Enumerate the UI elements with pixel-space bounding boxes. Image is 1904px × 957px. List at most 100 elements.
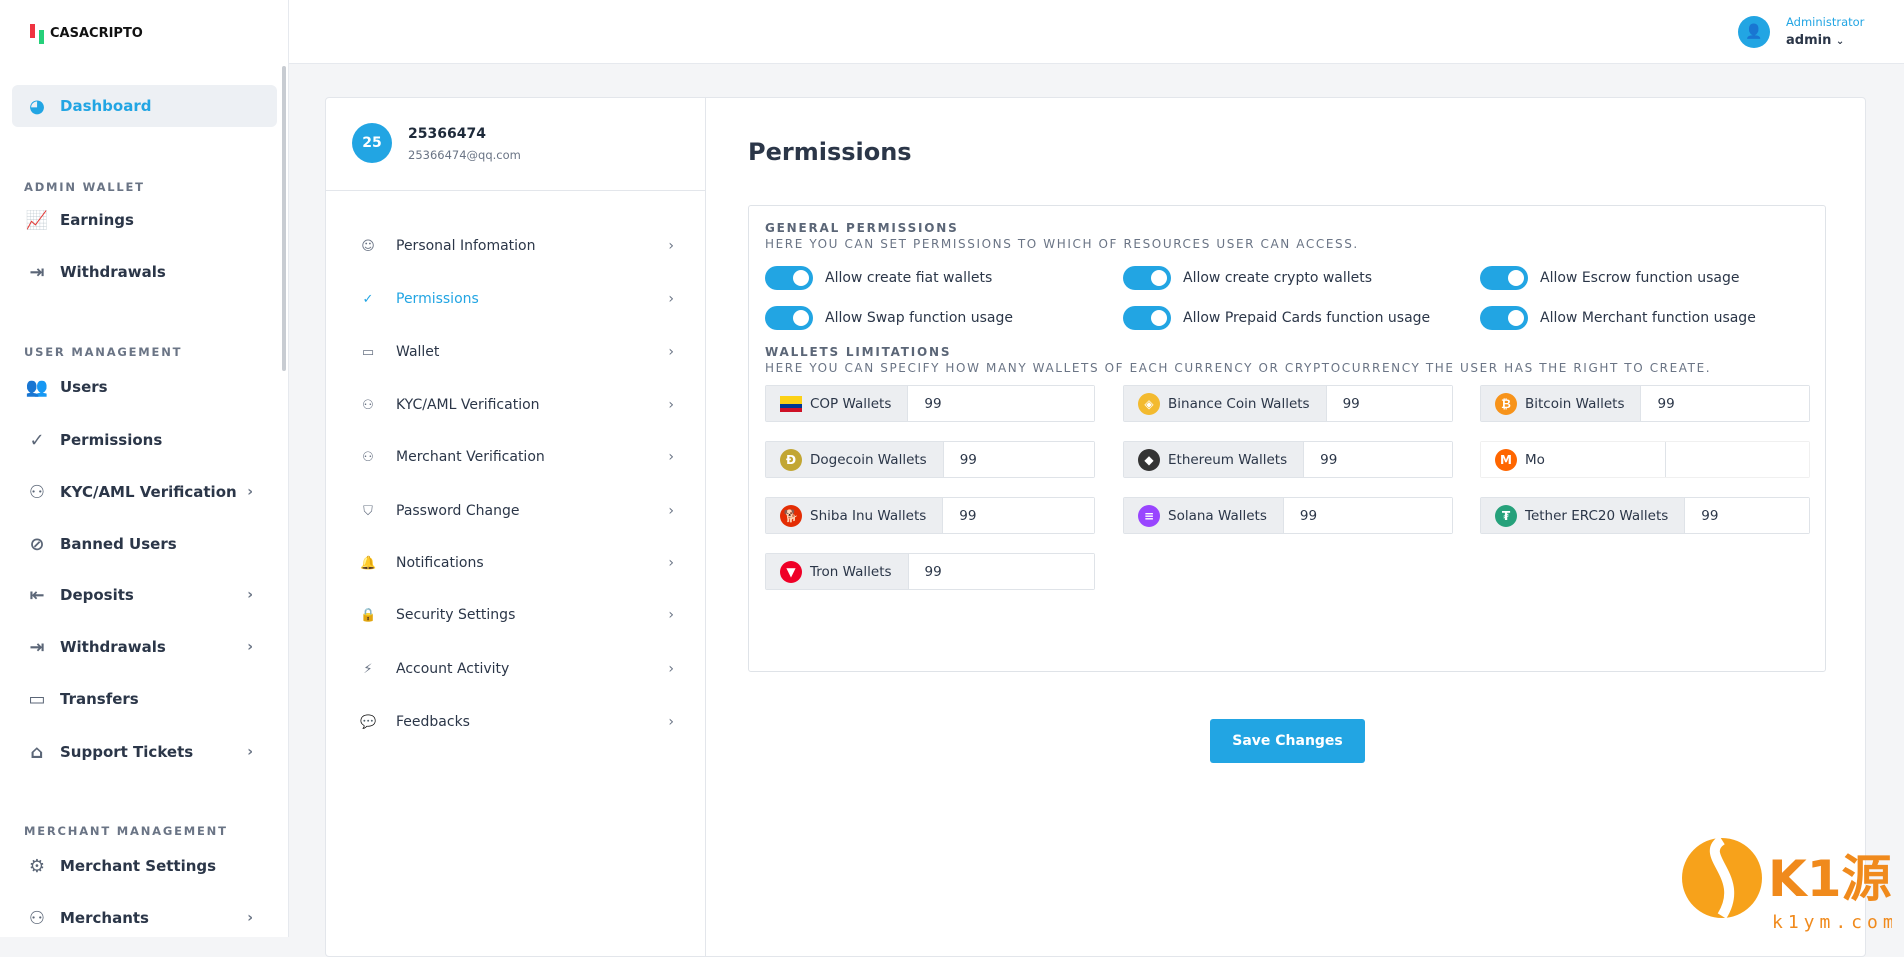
toggle-switch[interactable] xyxy=(1480,306,1528,330)
watermark-logo-graphic: K1源码 k1ym.com xyxy=(1682,835,1904,933)
user-menu[interactable]: admin ⌄ xyxy=(1786,33,1844,48)
logo[interactable]: CASACRIPTO xyxy=(30,22,143,44)
sidebar-item-label: Banned Users xyxy=(60,535,177,553)
deposit-icon: ⇤ xyxy=(29,584,45,606)
menu-item-label: KYC/AML Verification xyxy=(396,397,540,413)
sidebar-item-merchants[interactable]: ⚇ Merchants › xyxy=(12,897,277,939)
sidebar-item-users[interactable]: 👥 Users xyxy=(12,366,277,408)
chevron-right-icon: › xyxy=(668,661,674,677)
solana-icon: ≡ xyxy=(1138,504,1160,527)
wallet-limit-name: Shiba Inu Wallets xyxy=(810,507,927,524)
permission-toggle-row: Allow Swap function usage xyxy=(765,306,1013,330)
wallet-limit-label: ≡ Solana Wallets xyxy=(1124,498,1284,533)
sidebar-section-title: USER MANAGEMENT xyxy=(24,345,183,359)
top-header xyxy=(289,0,1904,937)
toggle-label: Allow create fiat wallets xyxy=(825,270,993,286)
user-detail-card: 25 25366474 25366474@qq.com ☺ Personal In… xyxy=(325,97,1866,957)
menu-item-notifications[interactable]: 🔔 Notifications › xyxy=(346,545,686,581)
gears-icon: ⚙ xyxy=(28,855,46,877)
profile-name: 25366474 xyxy=(408,126,486,142)
wallet-limit-input[interactable] xyxy=(1304,442,1452,477)
wallet-icon: ▭ xyxy=(28,688,46,710)
shiba-icon: 🐕 xyxy=(780,504,802,527)
toggle-switch[interactable] xyxy=(1123,266,1171,290)
sidebar-item-banned-users[interactable]: ⊘ Banned Users xyxy=(12,523,277,565)
user-check-icon: ⚇ xyxy=(362,397,374,413)
tether-icon: ₮ xyxy=(1495,504,1517,527)
wallet-limit-input[interactable] xyxy=(908,554,1094,589)
withdraw-icon: ⇥ xyxy=(29,261,45,283)
wallet-limit-input[interactable] xyxy=(1665,442,1809,477)
menu-item-feedbacks[interactable]: 💬 Feedbacks › xyxy=(346,704,686,740)
sidebar-item-label: Earnings xyxy=(60,211,134,229)
general-permissions-subtitle: HERE YOU CAN SET PERMISSIONS TO WHICH OF… xyxy=(765,237,1359,251)
toggle-switch[interactable] xyxy=(1480,266,1528,290)
wallet-limit-input[interactable] xyxy=(1326,386,1452,421)
divider xyxy=(326,190,706,191)
toggle-label: Allow Escrow function usage xyxy=(1540,270,1740,286)
sidebar-item-support-tickets[interactable]: ⌂ Support Tickets › xyxy=(12,731,277,773)
chevron-right-icon: › xyxy=(668,344,674,360)
ethereum-icon: ◆ xyxy=(1138,448,1160,471)
sidebar-item-transfers[interactable]: ▭ Transfers xyxy=(12,678,277,720)
menu-item-kyc-aml-verification[interactable]: ⚇ KYC/AML Verification › xyxy=(346,387,686,423)
profile-avatar: 25 xyxy=(352,123,392,163)
sidebar-item-dashboard[interactable]: ◕ Dashboard xyxy=(12,85,277,127)
user-avatar[interactable]: 👤 xyxy=(1738,16,1770,48)
wallet-limitations-heading: WALLETS LIMITATIONS xyxy=(765,345,952,359)
menu-item-label: Wallet xyxy=(396,344,440,360)
sidebar-item-earnings[interactable]: 📈 Earnings xyxy=(12,199,277,241)
menu-item-merchant-verification[interactable]: ⚇ Merchant Verification › xyxy=(346,439,686,475)
chevron-right-icon: › xyxy=(668,238,674,254)
menu-item-label: Personal Infomation xyxy=(396,238,536,254)
save-changes-button[interactable]: Save Changes xyxy=(1210,719,1365,763)
toggle-label: Allow Swap function usage xyxy=(825,310,1013,326)
toggle-switch[interactable] xyxy=(765,306,813,330)
bitcoin-icon: ₿ xyxy=(1495,392,1517,415)
sidebar-item-label: Deposits xyxy=(60,586,134,604)
chevron-right-icon: › xyxy=(668,291,674,307)
wallet-limit-field: COP Wallets xyxy=(765,385,1095,422)
page-title: Permissions xyxy=(748,138,912,166)
wallet-limit-field: ◈ Binance Coin Wallets xyxy=(1123,385,1453,422)
toggle-switch[interactable] xyxy=(765,266,813,290)
page-scrollbar[interactable] xyxy=(1890,64,1904,937)
sidebar-item-permissions[interactable]: ✓ Permissions xyxy=(12,419,277,461)
chevron-right-icon: › xyxy=(247,484,253,500)
menu-item-wallet[interactable]: ▭ Wallet › xyxy=(346,334,686,370)
sidebar-item-merchant-settings[interactable]: ⚙ Merchant Settings xyxy=(12,845,277,887)
chevron-right-icon: › xyxy=(668,449,674,465)
wallet-limit-label: ₮ Tether ERC20 Wallets xyxy=(1481,498,1686,533)
menu-item-security-settings[interactable]: 🔒 Security Settings › xyxy=(346,597,686,633)
wallet-limit-name: Bitcoin Wallets xyxy=(1525,395,1625,412)
dogecoin-icon: Ð xyxy=(780,448,802,471)
menu-item-permissions[interactable]: ✓ Permissions › xyxy=(346,281,686,317)
user-check-icon: ⚇ xyxy=(28,907,46,929)
wallet-limit-input[interactable] xyxy=(943,498,1094,533)
chevron-down-icon: ⌄ xyxy=(1835,36,1845,47)
wallet-limit-label: 🐕 Shiba Inu Wallets xyxy=(766,498,944,533)
toggle-switch[interactable] xyxy=(1123,306,1171,330)
wallet-limit-label: Ð Dogecoin Wallets xyxy=(766,442,944,477)
menu-item-password-change[interactable]: ⛉ Password Change › xyxy=(346,493,686,529)
sidebar-item-label: Transfers xyxy=(60,690,139,708)
wallet-limit-field: ₿ Bitcoin Wallets xyxy=(1480,385,1810,422)
sidebar-item-kyc-aml-verification[interactable]: ⚇ KYC/AML Verification › xyxy=(12,471,277,513)
wallet-limit-input[interactable] xyxy=(1641,386,1809,421)
sidebar-item-withdrawals[interactable]: ⇥ Withdrawals xyxy=(12,251,277,293)
chart-line-icon: 📈 xyxy=(25,209,49,231)
sidebar-scrollbar[interactable] xyxy=(282,66,286,371)
menu-item-account-activity[interactable]: ⚡ Account Activity › xyxy=(346,651,686,687)
menu-item-personal-infomation[interactable]: ☺ Personal Infomation › xyxy=(346,228,686,264)
chevron-right-icon: › xyxy=(668,503,674,519)
sidebar-item-deposits[interactable]: ⇤ Deposits › xyxy=(12,574,277,616)
wallet-limit-input[interactable] xyxy=(1283,498,1452,533)
sidebar-item-withdrawals[interactable]: ⇥ Withdrawals › xyxy=(12,626,277,668)
wallet-limit-input[interactable] xyxy=(908,386,1094,421)
menu-item-label: Feedbacks xyxy=(396,714,470,730)
sidebar-section-title: ADMIN WALLET xyxy=(24,180,145,194)
menu-item-label: Merchant Verification xyxy=(396,449,545,465)
chat-icon: 💬 xyxy=(360,714,377,730)
wallet-limit-input[interactable] xyxy=(943,442,1094,477)
wallet-limit-input[interactable] xyxy=(1685,498,1809,533)
